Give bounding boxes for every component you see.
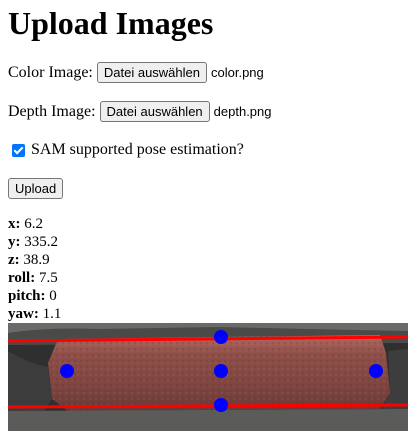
- keypoint-top: [214, 330, 228, 344]
- depth-image-filename: depth.png: [213, 104, 272, 119]
- bottom-surface: [8, 409, 408, 431]
- pose-z: z: 38.9: [8, 252, 50, 268]
- sam-checkbox-label: SAM supported pose estimation?: [31, 141, 244, 158]
- keypoint-center: [214, 364, 228, 378]
- depth-image-choose-button[interactable]: Datei auswählen: [99, 101, 210, 122]
- bottom-edge-line: [8, 403, 408, 409]
- color-image-filename: color.png: [211, 65, 264, 80]
- depth-image-row: Depth Image: Datei auswählen depth.png: [8, 101, 272, 122]
- pose-y: y: 335.2: [8, 234, 58, 250]
- pose-x: x: 6.2: [8, 216, 43, 232]
- page-title: Upload Images: [8, 5, 214, 41]
- pose-readout: x: 6.2 y: 335.2 z: 38.9 roll: 7.5 pitch:…: [8, 215, 61, 323]
- upload-button[interactable]: Upload: [8, 178, 64, 199]
- keypoint-left: [60, 364, 74, 378]
- keypoint-right: [369, 364, 383, 378]
- sam-option-row: SAM supported pose estimation?: [8, 141, 244, 159]
- pose-pitch: pitch: 0: [8, 288, 57, 304]
- color-image-label: Color Image:: [8, 63, 93, 81]
- pose-roll: roll: 7.5: [8, 270, 58, 286]
- keypoint-bottom: [214, 398, 228, 412]
- sam-checkbox[interactable]: [12, 143, 25, 157]
- color-image-row: Color Image: Datei auswählen color.png: [8, 62, 264, 83]
- pose-yaw: yaw: 1.1: [8, 306, 62, 322]
- depth-image-label: Depth Image:: [8, 102, 96, 120]
- color-image-choose-button[interactable]: Datei auswählen: [96, 62, 207, 83]
- pose-visualization-image: [8, 323, 408, 431]
